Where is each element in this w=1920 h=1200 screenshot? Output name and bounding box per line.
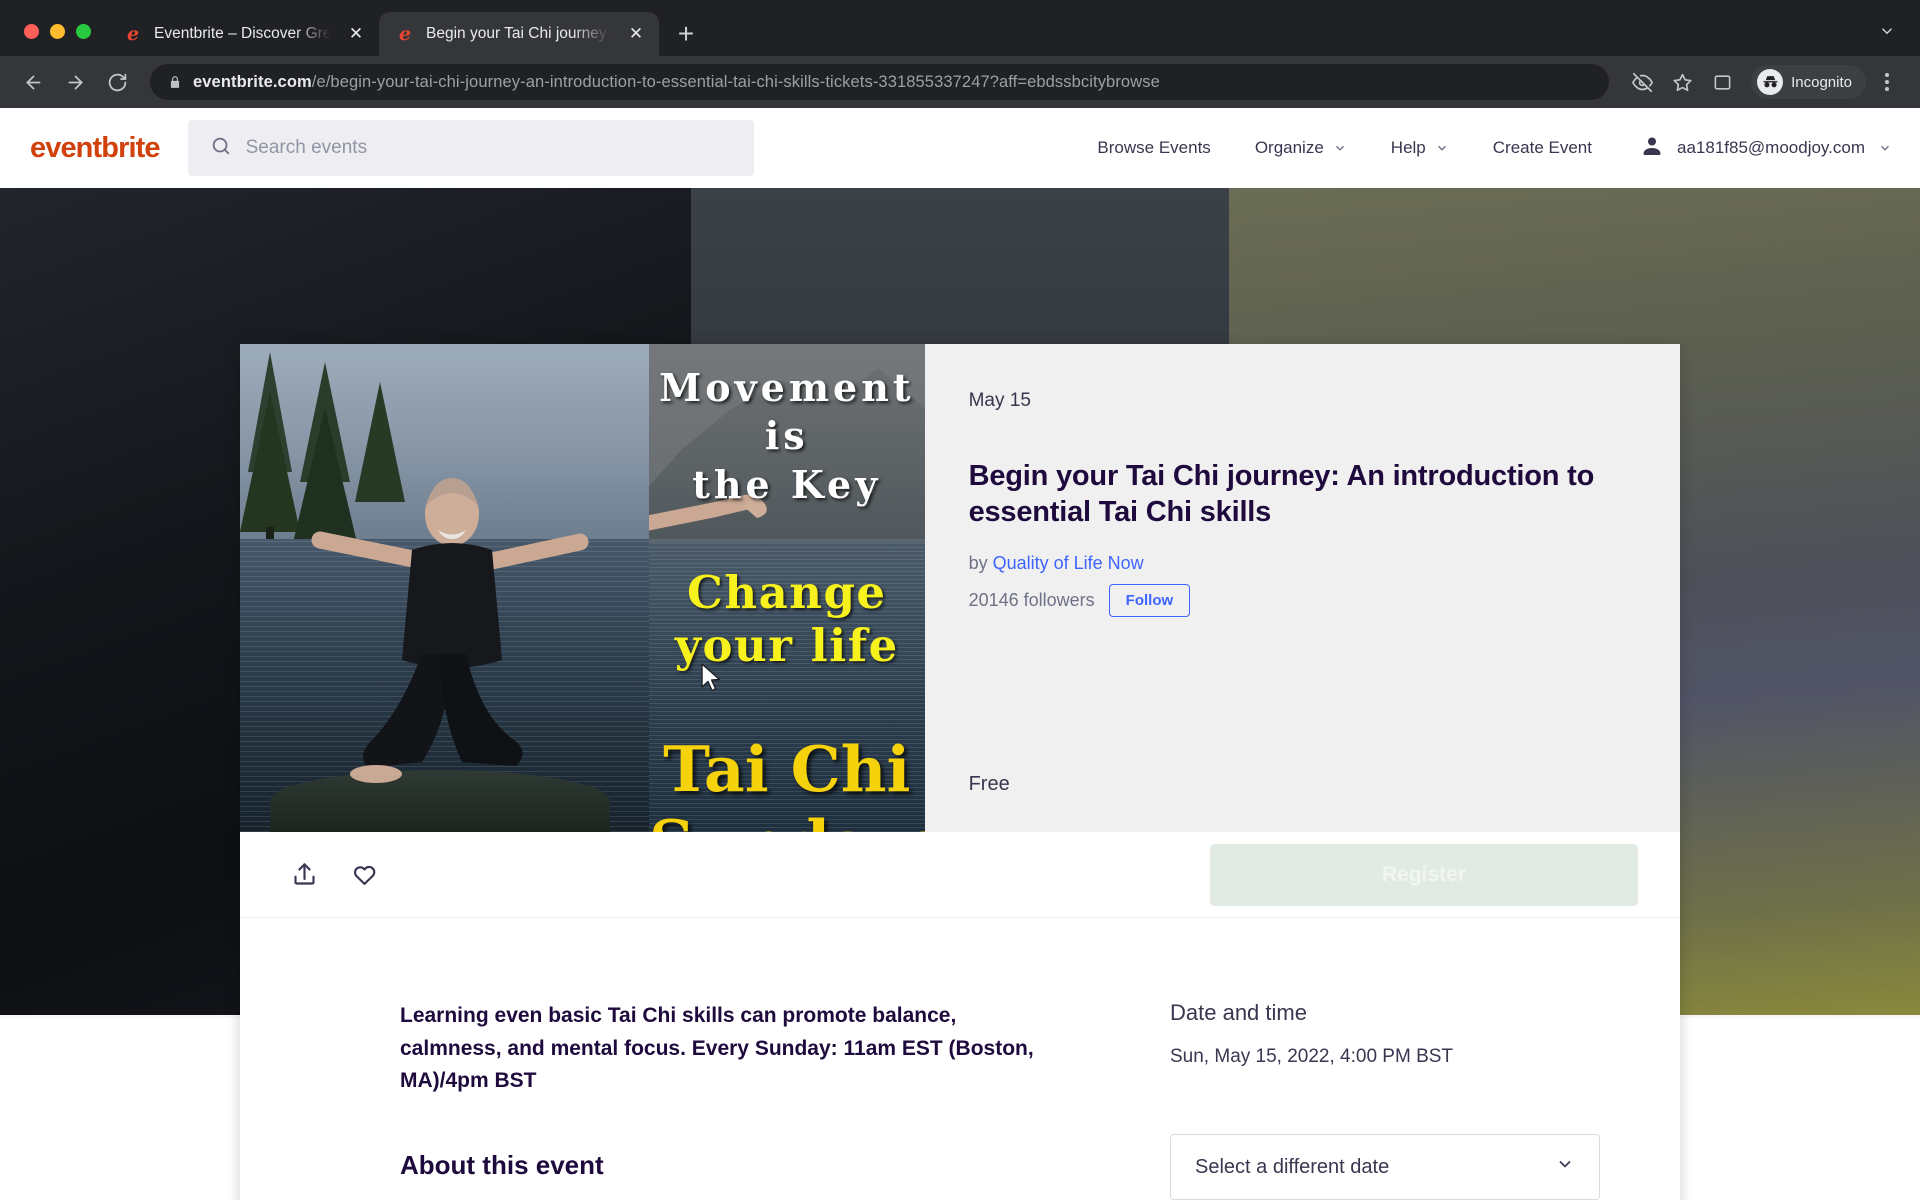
chevron-down-icon [1555,1154,1575,1180]
nav-label: Browse Events [1097,138,1211,157]
event-lead-text: Learning even basic Tai Chi skills can p… [400,1004,1034,1093]
profile-chip[interactable]: Incognito [1751,65,1866,99]
tab-strip: e Eventbrite – Discover Great Eve ✕ e Be… [0,0,1920,56]
nav-label: Create Event [1492,138,1592,157]
register-button[interactable]: Register [1210,843,1638,906]
back-icon[interactable] [14,63,52,101]
tab-title: Eventbrite – Discover Great Eve [154,25,334,42]
window-traffic-lights [14,24,107,56]
chevron-down-icon [1878,141,1892,155]
event-price: Free [968,773,1010,795]
page-title: Begin your Tai Chi journey: An introduct… [968,460,1595,529]
event-hero-image[interactable]: Movement is the Key Change your life Tai… [240,344,925,832]
chevron-down-icon[interactable] [1870,14,1904,48]
user-avatar-icon [1640,134,1664,163]
event-card: Movement is the Key Change your life Tai… [240,344,1680,1200]
tab-title: Begin your Tai Chi journey: An [426,25,614,42]
star-icon[interactable] [1663,63,1701,101]
event-body: Learning even basic Tai Chi skills can p… [240,918,1680,1200]
search-icon [210,135,232,162]
close-window-button[interactable] [24,24,39,39]
eye-slash-icon[interactable] [1623,63,1661,101]
organizer-prefix: by [968,552,988,573]
eventbrite-e-icon: e [126,22,140,45]
heart-icon[interactable] [342,853,386,897]
browser-tab-1[interactable]: e Eventbrite – Discover Great Eve ✕ [107,12,379,56]
search-input[interactable]: Search events [187,120,754,176]
chevron-down-icon [1333,141,1347,155]
organizer-line: by Quality of Life Now [969,553,1636,574]
browser-window: e Eventbrite – Discover Great Eve ✕ e Be… [0,0,1920,1200]
sidebar-icon[interactable] [1703,63,1741,101]
hero-text-tai-chi-sundays: Tai Chi Sundays [649,732,925,832]
event-description-column: Learning even basic Tai Chi skills can p… [240,918,1096,1200]
profile-label: Incognito [1791,73,1852,91]
event-details-column: Date and time Sun, May 15, 2022, 4:00 PM… [1096,918,1680,1200]
account-menu[interactable]: aa181f85@moodjoy.com [1614,134,1892,163]
share-icon[interactable] [282,853,326,897]
nav-item-create-event[interactable]: Create Event [1471,123,1614,173]
follow-row: 20146 followers Follow [968,583,1636,617]
eventbrite-logo[interactable]: eventbrite [30,132,161,165]
hero-text-change-your-life: Change your life [674,566,899,672]
lock-icon [168,75,183,90]
search-placeholder: Search events [245,137,368,158]
nav-item-help[interactable]: Help [1369,123,1471,173]
page-content: eventbrite Search events Browse Events O… [0,108,1920,1200]
minimize-window-button[interactable] [50,24,65,39]
url-domain: eventbrite.com [193,72,312,91]
event-date-short: May 15 [968,390,1031,411]
organizer-link[interactable]: Quality of Life Now [993,553,1144,573]
hero-text-overlay: Movement is the Key Change your life Tai… [649,344,925,832]
hero-text-movement: Movement [659,365,915,410]
date-select-label: Select a different date [1195,1155,1390,1178]
browser-tab-2[interactable]: e Begin your Tai Chi journey: An ✕ [379,12,659,56]
mouse-cursor [701,663,721,692]
incognito-icon [1757,69,1784,95]
hero-text-the-key: the Key [692,461,882,507]
kebab-menu-icon[interactable] [1868,63,1906,101]
account-email: aa181f85@moodjoy.com [1677,138,1865,157]
maximize-window-button[interactable] [76,24,91,39]
event-action-bar: Register [240,832,1680,918]
follow-button[interactable]: Follow [1108,583,1191,617]
forward-icon[interactable] [56,63,94,101]
event-summary-panel: May 15 Begin your Tai Chi journey: An in… [924,344,1680,832]
date-and-time-heading: Date and time [1170,1000,1307,1025]
nav-label: Organize [1254,138,1324,157]
hero-photo-right: Movement is the Key Change your life Tai… [649,344,925,832]
hero-text-is: is [764,413,809,459]
new-tab-button[interactable]: + [669,17,703,51]
close-icon[interactable]: ✕ [345,23,367,45]
date-select-dropdown[interactable]: Select a different date [1170,1134,1600,1200]
eventbrite-e-icon: e [398,22,412,45]
address-bar[interactable]: eventbrite.com/e/begin-your-tai-chi-jour… [150,64,1610,100]
reload-icon[interactable] [98,63,136,101]
url-path: /e/begin-your-tai-chi-journey-an-introdu… [311,72,1160,91]
follower-count: 20146 followers [968,589,1095,610]
close-icon[interactable]: ✕ [625,23,647,45]
date-and-time-value: Sun, May 15, 2022, 4:00 PM BST [1170,1046,1454,1067]
browser-toolbar: eventbrite.com/e/begin-your-tai-chi-jour… [0,56,1920,108]
nav-item-browse-events[interactable]: Browse Events [1075,123,1232,173]
nav-item-organize[interactable]: Organize [1233,123,1369,173]
chevron-down-icon [1435,141,1449,155]
nav-label: Help [1390,138,1426,157]
hero-photo-left [240,344,649,832]
about-heading: About this event [400,1149,604,1180]
hero-line-1: Movement is the Key [649,364,925,509]
toolbar-right-icons: Incognito [1623,63,1906,101]
site-header: eventbrite Search events Browse Events O… [0,108,1920,188]
address-bar-text: eventbrite.com/e/begin-your-tai-chi-jour… [193,73,1160,92]
main-nav: Browse Events Organize Help Create Event [1075,123,1892,173]
event-card-top: Movement is the Key Change your life Tai… [240,344,1680,832]
hero-person [311,478,589,783]
